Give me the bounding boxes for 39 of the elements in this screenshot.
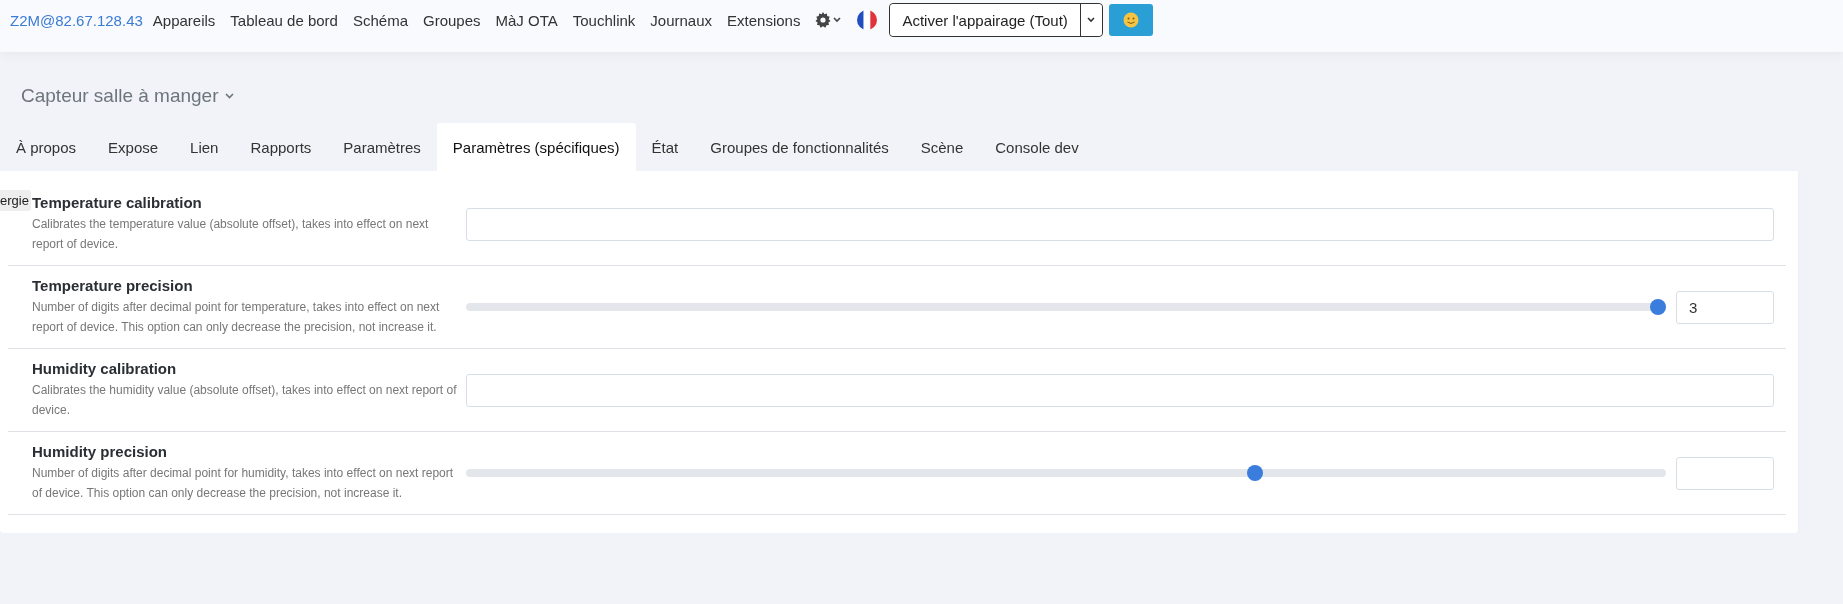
setting-title: Temperature precision (32, 277, 194, 294)
nav-link[interactable]: Tableau de bord (230, 11, 338, 29)
permit-join-button[interactable] (1108, 4, 1153, 36)
device-title[interactable]: Capteur salle à manger (21, 76, 1843, 116)
flag-icon[interactable] (857, 10, 878, 30)
setting-title: Humidity precision (32, 443, 169, 460)
smiley-icon (1122, 12, 1139, 28)
setting-description: Calibrates the temperature value (absolute offset), takes into effect on next report of device. (32, 216, 430, 253)
brand-link[interactable]: Z2M@82.67.128.43 (10, 11, 143, 29)
number-field[interactable]: 3 (1676, 290, 1774, 324)
caret-icon (833, 17, 842, 23)
slider-track[interactable] (466, 299, 1666, 315)
caret-icon (1087, 17, 1096, 23)
nav-link[interactable]: Touchlink (572, 11, 636, 29)
settings-icon (815, 12, 832, 28)
slider-thumb[interactable] (1247, 465, 1264, 481)
slider-track[interactable] (466, 465, 1666, 481)
nav-link[interactable]: Extensions (727, 11, 801, 29)
pairing-button[interactable]: Activer l'appairage (Tout) (890, 4, 1080, 36)
setting-title: Humidity calibration (32, 360, 178, 377)
input-field[interactable] (466, 207, 1774, 241)
input-field[interactable] (466, 373, 1774, 407)
setting-description: Number of digits after decimal point for humidity, takes into effect on next report of device. This option can only decrease the precision, not increase it. (32, 465, 455, 502)
nav-link[interactable]: Appareils (152, 11, 216, 29)
nav-link[interactable]: MàJ OTA (495, 11, 558, 29)
setting-title: Temperature calibration (32, 194, 203, 211)
nav-link[interactable]: Groupes (423, 11, 481, 29)
slider-thumb[interactable] (1650, 299, 1666, 315)
device-name: Capteur salle à manger (21, 85, 219, 107)
caret-icon (224, 93, 234, 99)
number-field[interactable] (1676, 456, 1774, 490)
tab[interactable]: Paramètres (spécifiques) (436, 123, 636, 171)
nav-link[interactable]: Journaux (650, 11, 713, 29)
dropdown-button[interactable] (1079, 4, 1102, 36)
tooltip: ergie (0, 190, 31, 211)
nav-link[interactable]: Schéma (352, 11, 408, 29)
setting-description: Number of digits after decimal point for temperature, takes into effect on next report of device. This option can only decrease the precision, not increase it. (32, 299, 441, 336)
setting-description: Calibrates the humidity value (absolute offset), takes into effect on next report of device. (32, 382, 457, 419)
settings-menu[interactable] (815, 12, 842, 28)
